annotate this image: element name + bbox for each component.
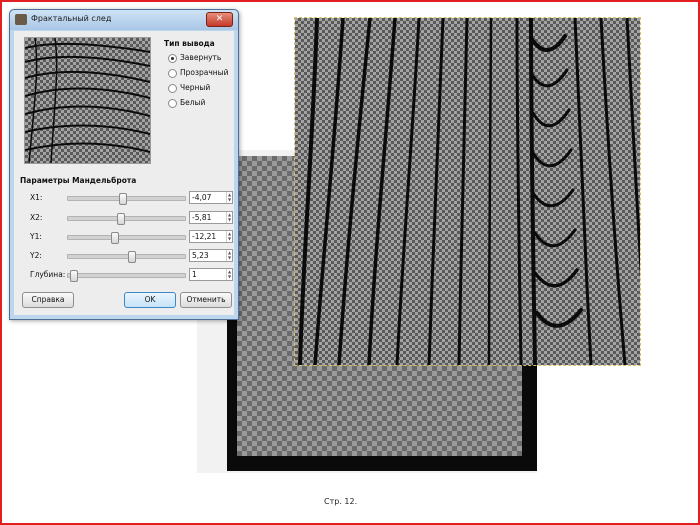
param-label-depth: Глубина:	[30, 270, 66, 279]
radio-wrap-indicator[interactable]	[168, 54, 177, 63]
slider-thumb-x1[interactable]	[119, 193, 127, 205]
spin-y1-arrows-icon[interactable]: ▲ ▼	[226, 231, 232, 242]
spin-depth[interactable]: 1 ▲ ▼	[189, 268, 233, 281]
radio-transparent-indicator[interactable]	[168, 69, 177, 78]
spin-depth-value[interactable]: 1	[192, 270, 197, 279]
radio-wrap-label: Завернуть	[180, 53, 222, 62]
slider-depth[interactable]	[67, 270, 186, 282]
fractal-curves	[298, 18, 640, 365]
param-label-y1: Y1:	[30, 232, 42, 241]
radio-white-indicator[interactable]	[168, 99, 177, 108]
spin-x2-arrows-icon[interactable]: ▲ ▼	[226, 212, 232, 223]
param-label-x1: X1:	[30, 193, 43, 202]
spin-y2-value[interactable]: 5,23	[192, 251, 209, 260]
radio-white-label: Белый	[180, 98, 206, 107]
output-type-heading: Тип вывода	[164, 39, 215, 48]
slider-x2[interactable]	[67, 213, 186, 225]
preview-curves	[25, 38, 150, 163]
spin-x1[interactable]: -4,07 ▲ ▼	[189, 191, 233, 204]
preview-image	[24, 37, 151, 164]
fractal-trace-image	[294, 17, 641, 366]
slider-thumb-y2[interactable]	[128, 251, 136, 263]
slider-thumb-y1[interactable]	[111, 232, 119, 244]
gimp-icon	[15, 14, 27, 25]
radio-black-indicator[interactable]	[168, 84, 177, 93]
slider-y1[interactable]	[67, 232, 186, 244]
radio-transparent-label: Прозрачный	[180, 68, 229, 77]
spin-y2-arrows-icon[interactable]: ▲ ▼	[226, 250, 232, 261]
close-button[interactable]: ✕	[206, 12, 233, 27]
spin-y1[interactable]: -12,21 ▲ ▼	[189, 230, 233, 243]
radio-black-label: Черный	[180, 83, 211, 92]
page-number: Стр. 12.	[324, 497, 358, 506]
spin-x1-arrows-icon[interactable]: ▲ ▼	[226, 192, 232, 203]
dialog-title: Фрактальный след	[31, 14, 112, 23]
spin-x2-value[interactable]: -5,81	[192, 213, 211, 222]
param-label-y2: Y2:	[30, 251, 42, 260]
ok-button[interactable]: OK	[124, 292, 176, 308]
mandelbrot-heading: Параметры Мандельброта	[20, 176, 137, 185]
fractal-trace-dialog: Фрактальный след ✕ Тип вывода Завернуть …	[9, 9, 239, 320]
spin-y2[interactable]: 5,23 ▲ ▼	[189, 249, 233, 262]
spin-x1-value[interactable]: -4,07	[192, 193, 211, 202]
dialog-body: Тип вывода Завернуть Прозрачный Черный Б…	[14, 31, 234, 315]
cancel-button[interactable]: Отменить	[180, 292, 232, 308]
help-button[interactable]: Справка	[22, 292, 74, 308]
slider-thumb-depth[interactable]	[70, 270, 78, 282]
dialog-titlebar[interactable]: Фрактальный след ✕	[10, 10, 238, 30]
spin-depth-arrows-icon[interactable]: ▲ ▼	[226, 269, 232, 280]
slider-thumb-x2[interactable]	[117, 213, 125, 225]
spin-x2[interactable]: -5,81 ▲ ▼	[189, 211, 233, 224]
slider-y2[interactable]	[67, 251, 186, 263]
spin-y1-value[interactable]: -12,21	[192, 232, 216, 241]
slider-x1[interactable]	[67, 193, 186, 205]
param-label-x2: X2:	[30, 213, 43, 222]
